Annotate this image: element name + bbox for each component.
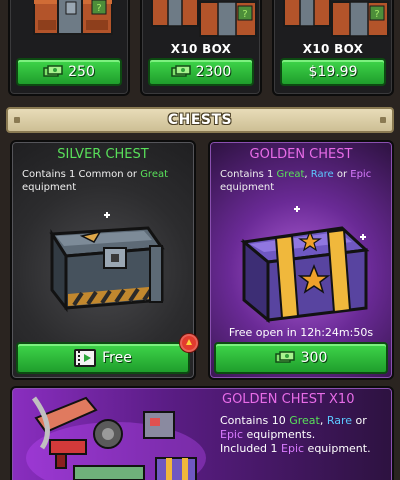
alert-up-icon	[180, 334, 198, 352]
golden-chest-card[interactable]: GOLDEN CHEST Contains 1 Great, Rare or E…	[208, 140, 394, 380]
buy-box-button[interactable]: $19.99	[280, 58, 386, 86]
rarity-epic: Epic	[220, 428, 244, 441]
box-offer-label: X10 BOX	[170, 42, 232, 56]
desc-text: or	[123, 169, 141, 180]
golden-chest-buy-button[interactable]: 300	[214, 342, 388, 374]
rarity-epic: Epic	[281, 442, 305, 455]
desc-text: Contains 1	[220, 169, 277, 180]
box-price: 250	[68, 64, 95, 80]
svg-text:?: ?	[374, 9, 379, 20]
box-crate-art: ?	[33, 0, 113, 35]
chest-title: GOLDEN CHEST X10	[222, 392, 355, 407]
button-label: Free	[102, 350, 132, 366]
desc-text: or	[333, 169, 351, 180]
desc-text: equipment.	[304, 442, 371, 455]
rivet-decoration	[380, 117, 386, 123]
section-title: CHESTS	[167, 112, 233, 128]
box-offer-card[interactable]: ? 250	[8, 0, 130, 96]
desc-text: ,	[319, 414, 327, 427]
silver-chest-card[interactable]: SILVER CHEST Contains 1 Common or Great …	[10, 140, 196, 380]
equipment-bundle-icon	[26, 396, 206, 480]
desc-text: equipments.	[243, 428, 316, 441]
video-ad-icon	[74, 349, 97, 367]
rarity-rare: Rare	[310, 169, 334, 180]
cash-icon	[170, 65, 191, 77]
rarity-great: Great	[276, 169, 305, 180]
desc-text: equipment	[220, 182, 275, 193]
box-price: 2300	[195, 64, 232, 80]
chest-description: Contains 10 Great, Rare or Epic equipmen…	[220, 414, 390, 456]
desc-text: or	[352, 414, 367, 427]
desc-text: Contains 10	[220, 414, 290, 427]
silver-chest-free-button[interactable]: Free	[16, 342, 190, 374]
desc-text: Included 1	[220, 442, 282, 455]
chest-title: SILVER CHEST	[57, 147, 149, 162]
box-offers-row: ? 250 ? X10 BOX 2300 ? X10 BOX $19.99	[0, 0, 400, 100]
desc-text: equipment	[22, 182, 77, 193]
box-offer-card[interactable]: ? X10 BOX $19.99	[272, 0, 394, 96]
chest-price: 300	[300, 350, 328, 366]
box-offer-label: X10 BOX	[302, 42, 364, 56]
svg-text:?: ?	[96, 3, 101, 14]
silver-chest-icon	[49, 226, 165, 313]
rarity-great: Great	[289, 414, 320, 427]
box-price: $19.99	[308, 64, 358, 80]
rarity-common: Common	[78, 169, 124, 180]
buy-box-button[interactable]: 2300	[148, 58, 254, 86]
box-crate-art: ?	[283, 0, 389, 37]
rarity-great: Great	[140, 169, 169, 180]
free-open-timer: Free open in 12h:24m:50s	[228, 326, 374, 339]
chests-section-header: CHESTS	[6, 107, 394, 133]
cash-icon	[43, 65, 63, 77]
chest-description: Contains 1 Common or Great equipment	[22, 168, 186, 194]
box-offer-card[interactable]: ? X10 BOX 2300	[140, 0, 262, 96]
svg-text:?: ?	[242, 9, 247, 20]
cash-icon	[274, 351, 295, 363]
box-crate-art: ?	[151, 0, 257, 37]
buy-box-button[interactable]: 250	[16, 58, 122, 86]
rarity-epic: Epic	[350, 169, 372, 180]
desc-text: Contains 1	[22, 169, 79, 180]
golden-chest-icon	[240, 226, 370, 324]
chest-title: GOLDEN CHEST	[249, 147, 353, 162]
golden-chest-x10-card[interactable]: GOLDEN CHEST X10 Contains 10 Great, Rare…	[10, 386, 394, 480]
rivet-decoration	[14, 117, 20, 123]
chest-description: Contains 1 Great, Rare or Epic equipment	[220, 168, 384, 194]
rarity-rare: Rare	[326, 414, 353, 427]
